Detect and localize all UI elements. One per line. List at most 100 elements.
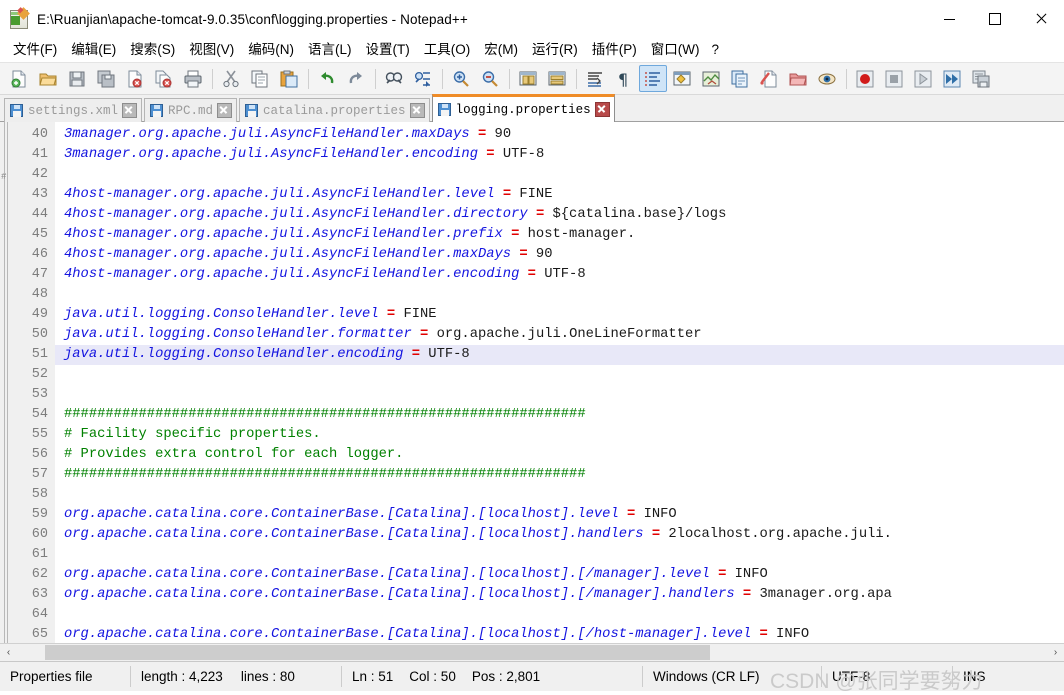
toolbar-button-function-list[interactable]	[726, 65, 754, 92]
code-token: ########################################…	[64, 467, 586, 482]
toolbar-button-new-file[interactable]	[5, 65, 33, 92]
code-text-area[interactable]: 3manager.org.apache.juli.AsyncFileHandle…	[55, 122, 1064, 643]
close-button[interactable]	[1018, 0, 1064, 38]
code-line[interactable]: java.util.logging.ConsoleHandler.level =…	[55, 305, 1064, 325]
code-line[interactable]	[55, 385, 1064, 405]
toolbar-button-undo[interactable]	[313, 65, 341, 92]
code-line[interactable]: org.apache.catalina.core.ContainerBase.[…	[55, 565, 1064, 585]
horizontal-scroll-thumb[interactable]	[45, 645, 710, 660]
status-insert-mode[interactable]: INS	[953, 666, 1023, 687]
menu-item-10[interactable]: 插件(P)	[585, 39, 644, 60]
code-line[interactable]: 3manager.org.apache.juli.AsyncFileHandle…	[55, 145, 1064, 165]
toolbar-button-monitoring[interactable]	[813, 65, 841, 92]
toolbar-button-document-switcher[interactable]	[755, 65, 783, 92]
code-line[interactable]: org.apache.catalina.core.ContainerBase.[…	[55, 625, 1064, 643]
scroll-left-arrow-icon[interactable]: ‹	[0, 644, 17, 661]
copy-icon	[251, 70, 269, 88]
code-line[interactable]: 4host-manager.org.apache.juli.AsyncFileH…	[55, 245, 1064, 265]
code-line[interactable]: org.apache.catalina.core.ContainerBase.[…	[55, 585, 1064, 605]
horizontal-scrollbar[interactable]: ‹ ›	[0, 643, 1064, 661]
menu-item-5[interactable]: 语言(L)	[301, 39, 359, 60]
toolbar-button-print[interactable]	[179, 65, 207, 92]
menu-item-2[interactable]: 搜索(S)	[123, 39, 182, 60]
menu-item-0[interactable]: 文件(F)	[6, 39, 64, 60]
tab-logging-properties[interactable]: logging.properties	[431, 94, 615, 122]
status-encoding[interactable]: UTF-8	[822, 666, 953, 687]
menu-item-6[interactable]: 设置(T)	[359, 39, 417, 60]
minimize-button[interactable]	[926, 0, 972, 38]
horizontal-scroll-track[interactable]	[17, 644, 1047, 661]
code-line[interactable]: org.apache.catalina.core.ContainerBase.[…	[55, 525, 1064, 545]
window-controls	[926, 0, 1064, 38]
code-line[interactable]	[55, 545, 1064, 565]
tab-settings-xml[interactable]: settings.xml	[4, 98, 143, 122]
status-eol-format[interactable]: Windows (CR LF)	[643, 666, 822, 687]
code-line[interactable]: java.util.logging.ConsoleHandler.encodin…	[55, 345, 1064, 365]
toolbar-button-save-all[interactable]	[92, 65, 120, 92]
code-line[interactable]	[55, 165, 1064, 185]
toolbar-button-indent-guide[interactable]	[639, 65, 667, 92]
tab-close-icon[interactable]	[217, 103, 233, 118]
toolbar-button-record-macro[interactable]	[851, 65, 879, 92]
toolbar-button-word-wrap[interactable]	[581, 65, 609, 92]
code-line[interactable]: 4host-manager.org.apache.juli.AsyncFileH…	[55, 265, 1064, 285]
code-line[interactable]	[55, 485, 1064, 505]
toolbar-button-zoom-out[interactable]	[476, 65, 504, 92]
menu-item-8[interactable]: 宏(M)	[477, 39, 525, 60]
code-line[interactable]: 4host-manager.org.apache.juli.AsyncFileH…	[55, 225, 1064, 245]
toolbar-button-folder-as-workspace[interactable]	[784, 65, 812, 92]
menu-item-11[interactable]: 窗口(W)	[644, 39, 707, 60]
toolbar-button-run-macro-multiple-times[interactable]	[938, 65, 966, 92]
code-line[interactable]	[55, 365, 1064, 385]
menu-item-7[interactable]: 工具(O)	[417, 39, 478, 60]
code-line[interactable]: ########################################…	[55, 405, 1064, 425]
toolbar-button-document-map[interactable]	[697, 65, 725, 92]
tab-close-icon[interactable]	[122, 103, 138, 118]
code-line[interactable]: 4host-manager.org.apache.juli.AsyncFileH…	[55, 185, 1064, 205]
toolbar-button-open-file[interactable]	[34, 65, 62, 92]
toolbar-button-sync-horizontal-scroll[interactable]	[543, 65, 571, 92]
toolbar-button-save-current-macro[interactable]	[967, 65, 995, 92]
scroll-right-arrow-icon[interactable]: ›	[1047, 644, 1064, 661]
tab-catalina-properties[interactable]: catalina.properties	[239, 98, 430, 122]
tab-RPC-md[interactable]: RPC.md	[144, 98, 238, 122]
toolbar-button-copy[interactable]	[246, 65, 274, 92]
code-line[interactable]: 3manager.org.apache.juli.AsyncFileHandle…	[55, 125, 1064, 145]
line-number: 65	[31, 627, 48, 642]
menu-item-3[interactable]: 视图(V)	[182, 39, 241, 60]
code-token: =	[535, 207, 545, 222]
menu-item-1[interactable]: 编辑(E)	[64, 39, 123, 60]
toolbar-button-paste[interactable]	[275, 65, 303, 92]
toolbar-button-cut[interactable]	[217, 65, 245, 92]
toolbar-button-save[interactable]	[63, 65, 91, 92]
tab-close-icon[interactable]	[409, 103, 425, 118]
code-line[interactable]: org.apache.catalina.core.ContainerBase.[…	[55, 505, 1064, 525]
code-line[interactable]	[55, 285, 1064, 305]
maximize-button[interactable]	[972, 0, 1018, 38]
menu-item-9[interactable]: 运行(R)	[525, 39, 585, 60]
code-line[interactable]: 4host-manager.org.apache.juli.AsyncFileH…	[55, 205, 1064, 225]
status-length: length : 4,223	[141, 669, 223, 684]
toolbar-button-stop-recording-macro[interactable]	[880, 65, 908, 92]
editor-area[interactable]: # 40 41 42 43 44 45 46 47 48 49 50 51 52 53 54 55 56 57 58…	[0, 122, 1064, 643]
toolbar-button-find[interactable]	[380, 65, 408, 92]
toolbar-button-user-defined-dialog[interactable]	[668, 65, 696, 92]
code-line[interactable]: # Facility specific properties.	[55, 425, 1064, 445]
menu-item-12[interactable]: ?	[706, 39, 724, 60]
toolbar-button-sync-vertical-scroll[interactable]	[514, 65, 542, 92]
toolbar-button-close-all-files[interactable]	[150, 65, 178, 92]
fold-margin[interactable]: #	[0, 122, 11, 643]
toolbar-button-zoom-in[interactable]	[447, 65, 475, 92]
toolbar-button-close-file[interactable]	[121, 65, 149, 92]
tab-close-icon[interactable]	[594, 102, 610, 117]
toolbar-button-redo[interactable]	[342, 65, 370, 92]
toolbar-button-replace[interactable]	[409, 65, 437, 92]
code-line[interactable]: ########################################…	[55, 465, 1064, 485]
toolbar-button-play-macro[interactable]	[909, 65, 937, 92]
code-line[interactable]: java.util.logging.ConsoleHandler.formatt…	[55, 325, 1064, 345]
code-line[interactable]	[55, 605, 1064, 625]
close-icon	[1035, 13, 1047, 25]
menu-item-4[interactable]: 编码(N)	[241, 39, 301, 60]
toolbar-button-show-all-characters[interactable]: ¶	[610, 65, 638, 92]
code-line[interactable]: # Provides extra control for each logger…	[55, 445, 1064, 465]
